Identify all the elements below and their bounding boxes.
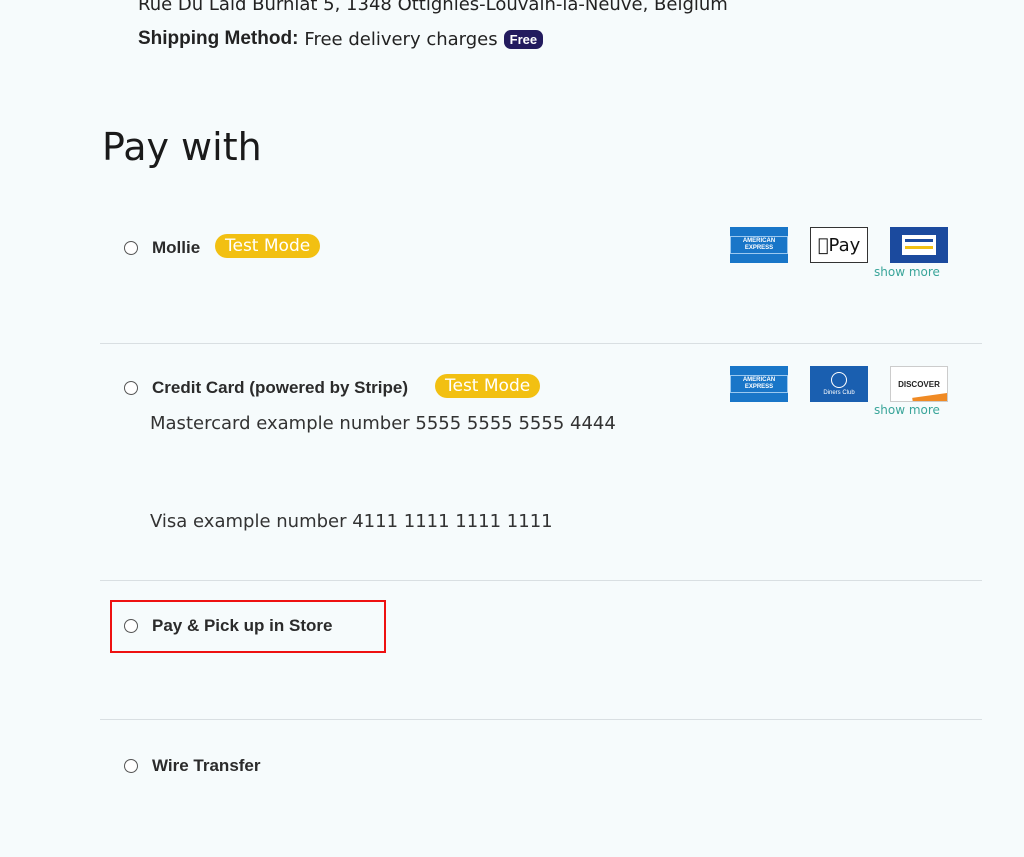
payment-method-mollie[interactable]: Mollie Test Mode AMERICAN EXPRESS Pay s… [100,227,982,330]
shipping-method: Shipping Method: Free delivery charges F… [138,28,544,50]
payment-method-wire-transfer[interactable]: Wire Transfer [100,748,982,808]
free-badge: Free [503,29,544,49]
shipping-address: Rue Du Laid Burniat 5, 1348 Ottignies-Lo… [138,0,728,15]
discover-card-icon: DISCOVER [890,366,948,402]
visa-example-text: Visa example number 4111 1111 1111 1111 [150,511,553,532]
mollie-label[interactable]: Mollie [152,238,200,258]
wire-transfer-label[interactable]: Wire Transfer [152,756,261,776]
wire-transfer-radio[interactable] [124,759,138,773]
amex-card-icon: AMERICAN EXPRESS [730,366,788,402]
stripe-label[interactable]: Credit Card (powered by Stripe) [152,378,408,398]
amex-card-icon: AMERICAN EXPRESS [730,227,788,263]
diners-club-card-icon: Diners Club [810,366,868,402]
test-mode-badge: Test Mode [435,374,541,398]
mollie-show-more-link[interactable]: show more [874,265,940,279]
stripe-card-icons: AMERICAN EXPRESS Diners Club DISCOVER [730,366,948,402]
mollie-card-icons: AMERICAN EXPRESS Pay [730,227,948,263]
divider [100,580,982,581]
divider [100,343,982,344]
divider [100,719,982,720]
stripe-show-more-link[interactable]: show more [874,403,940,417]
highlight-box [110,600,386,653]
bancontact-card-icon [890,227,948,263]
payment-method-stripe[interactable]: Credit Card (powered by Stripe) Test Mod… [100,366,982,570]
test-mode-badge: Test Mode [215,234,321,258]
pay-with-heading: Pay with [102,125,262,169]
checkout-payment-page: Rue Du Laid Burniat 5, 1348 Ottignies-Lo… [0,0,1024,857]
shipping-method-label: Shipping Method: [138,28,299,49]
mastercard-example-text: Mastercard example number 5555 5555 5555… [150,413,616,434]
apple-pay-icon: Pay [810,227,868,263]
shipping-method-value: Free delivery charges [304,28,498,50]
mollie-radio[interactable] [124,241,138,255]
stripe-radio[interactable] [124,381,138,395]
